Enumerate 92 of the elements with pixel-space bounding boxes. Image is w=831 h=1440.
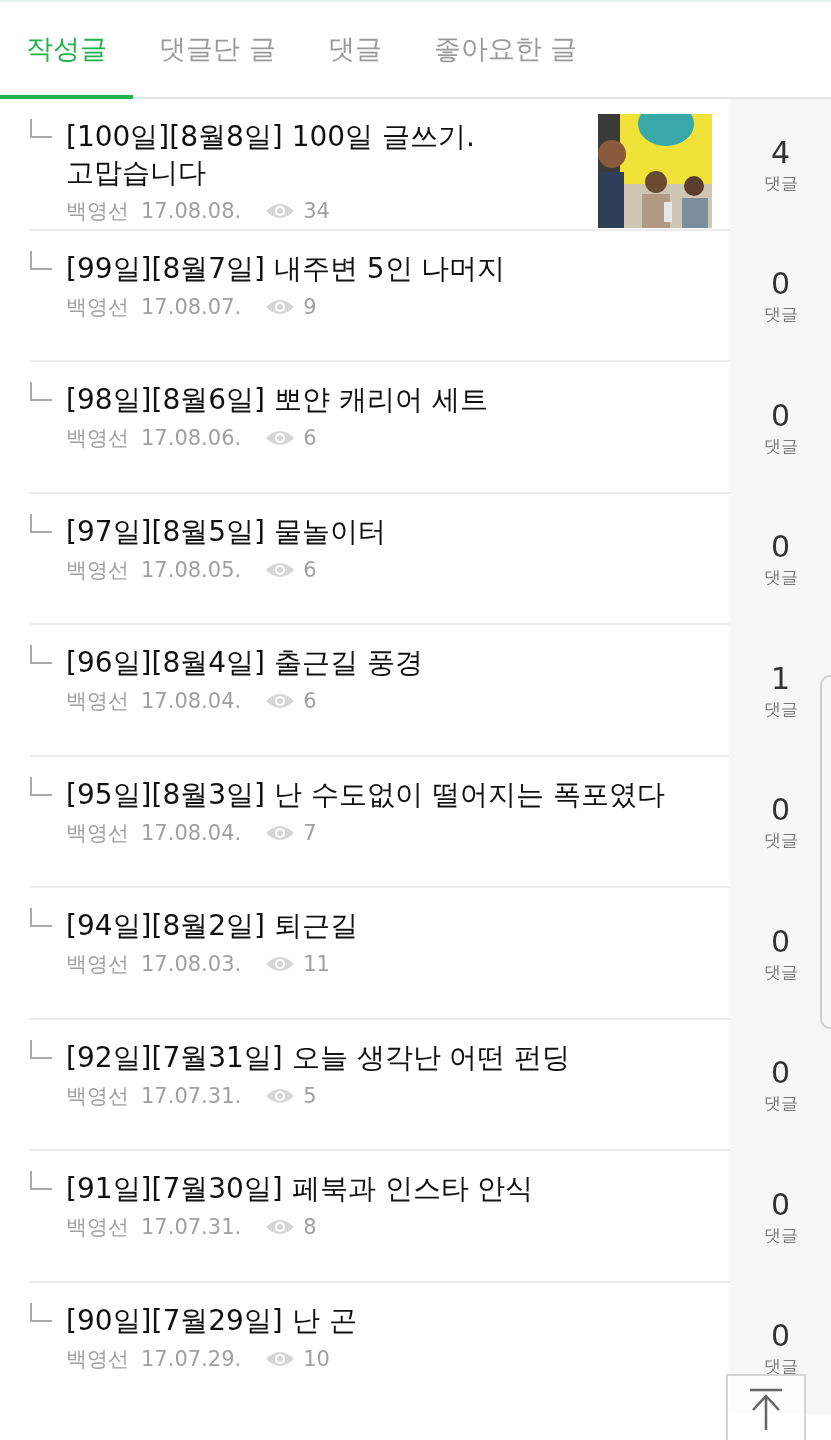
author-name: 백영선 [66,1082,129,1110]
eye-icon [265,202,296,220]
comment-label: 댓글 [763,303,798,327]
post-date: 17.08.06. [141,426,242,450]
comment-label: 댓글 [763,566,798,590]
reply-icon [30,1302,52,1323]
author-name: 백영선 [66,556,129,584]
post-title[interactable]: [92일][7월31일] 오늘 생각난 어떤 펀딩 [66,1039,730,1076]
view-count: 5 [303,1083,317,1108]
comment-count: 0 [770,397,791,433]
comment-count: 0 [770,923,791,959]
eye-icon [265,823,296,842]
post-date: 17.08.07. [141,294,242,319]
post-title[interactable]: [98일][8월6일] 뽀얀 캐리어 세트 [66,382,730,418]
comment-label: 댓글 [763,960,798,984]
post-date: 17.08.05. [141,557,242,582]
comment-panel[interactable]: 0 댓글 [730,230,831,362]
post-date: 17.07.29. [141,1346,242,1371]
reply-icon [30,119,52,139]
eye-icon [265,1349,296,1368]
comment-count: 0 [770,1318,791,1354]
comment-count: 0 [770,1186,791,1222]
comment-label: 댓글 [763,829,798,853]
eye-icon [265,429,296,447]
post-title[interactable]: [97일][8월5일] 물놀이터 [66,513,730,550]
author-name: 백영선 [66,425,129,452]
reply-icon [30,382,52,402]
post-title[interactable]: [90일][7월29일] 난 곤 [66,1302,730,1339]
reply-icon [30,1039,52,1060]
comment-count: 0 [770,792,791,828]
comment-label: 댓글 [763,434,798,458]
comment-count: 1 [770,660,791,696]
view-count: 11 [303,952,330,976]
author-name: 백영선 [66,293,129,321]
view-count: 8 [303,1215,317,1239]
arrow-up-icon [749,1388,783,1430]
comment-label: 댓글 [763,171,798,195]
comment-panel[interactable]: 0 댓글 [730,756,831,888]
view-count: 10 [303,1346,330,1371]
comment-panel[interactable]: 0 댓글 [730,1151,831,1283]
author-name: 백영선 [66,1214,129,1241]
comment-count: 0 [770,1055,791,1091]
post-date: 17.08.08. [141,199,242,223]
post-date: 17.08.04. [141,689,242,713]
eye-icon [265,955,296,973]
eye-icon [265,560,296,579]
post-date: 17.07.31. [141,1083,242,1108]
eye-icon [265,1218,296,1236]
post-title[interactable]: [95일][8월3일] 난 수도없이 떨어지는 폭포였다 [66,776,730,813]
comment-panel[interactable]: 0 댓글 [730,493,831,625]
author-name: 백영선 [66,819,129,847]
comment-panel[interactable]: 4 댓글 [730,99,831,231]
comment-label: 댓글 [763,1223,798,1247]
scroll-handle[interactable] [820,675,831,1029]
view-count: 34 [303,199,330,223]
author-name: 백영선 [66,951,129,978]
reply-icon [30,250,52,271]
reply-icon [30,1171,52,1191]
comment-panel[interactable]: 0 댓글 [730,362,831,494]
view-count: 7 [303,820,317,845]
reply-icon [30,513,52,534]
comment-label: 댓글 [763,1092,798,1116]
author-name: 백영선 [66,198,129,225]
reply-icon [30,908,52,928]
comment-label: 댓글 [763,697,798,721]
comment-count: 0 [770,266,791,302]
eye-icon [265,692,296,710]
comment-label: 댓글 [763,1355,798,1379]
comment-panel[interactable]: 0 댓글 [730,888,831,1020]
author-name: 백영선 [66,1345,129,1373]
post-title[interactable]: [96일][8월4일] 출근길 풍경 [66,645,730,681]
post-date: 17.08.03. [141,952,242,976]
scroll-top-button[interactable] [726,1374,806,1440]
comment-count: 0 [770,529,791,565]
author-name: 백영선 [66,688,129,715]
comment-panel[interactable]: 1 댓글 [730,625,831,757]
comment-count: 4 [770,134,791,170]
view-count: 6 [303,426,317,450]
eye-icon [265,1086,296,1105]
post-title[interactable]: [100일][8월8일] 100일 글쓰기. 고맙습니다 [66,119,598,191]
reply-icon [30,645,52,665]
comment-panel[interactable]: 0 댓글 [730,1019,831,1151]
view-count: 9 [303,294,317,319]
reply-icon [30,776,52,797]
view-count: 6 [303,557,317,582]
post-title[interactable]: [99일][8월7일] 내주변 5인 나머지 [66,250,730,287]
eye-icon [265,297,296,316]
post-date: 17.08.04. [141,820,242,845]
view-count: 6 [303,689,317,713]
post-title[interactable]: [91일][7월30일] 페북과 인스타 안식 [66,1171,730,1207]
post-title[interactable]: [94일][8월2일] 퇴근길 [66,908,730,944]
post-date: 17.07.31. [141,1215,242,1239]
